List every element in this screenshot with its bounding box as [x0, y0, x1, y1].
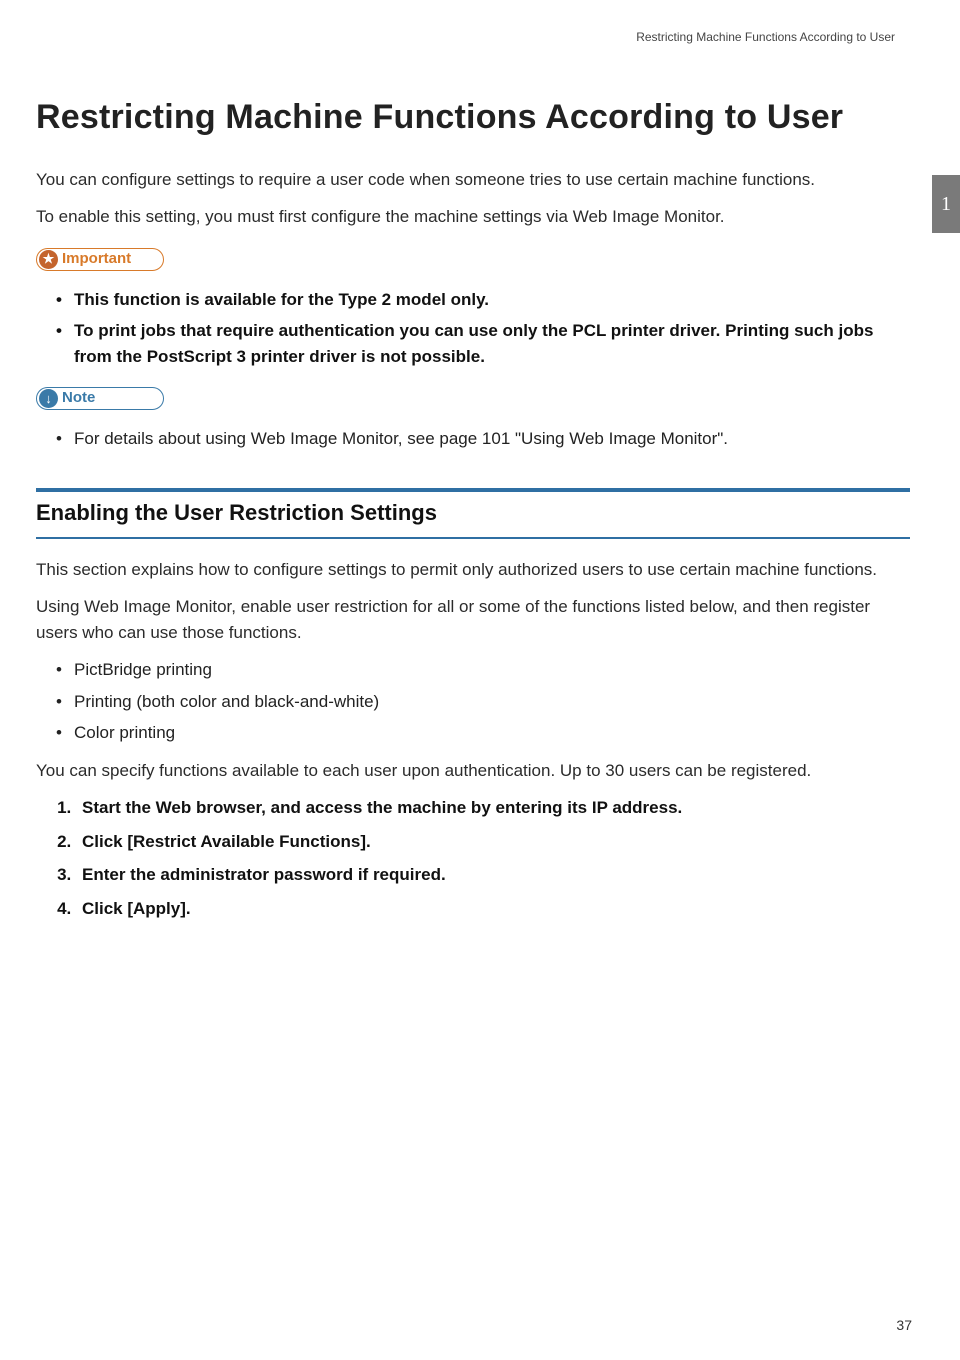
- step-item: Start the Web browser, and access the ma…: [76, 795, 910, 821]
- list-item: Printing (both color and black-and-white…: [56, 689, 910, 715]
- step-item: Click [Apply].: [76, 896, 910, 922]
- list-item: For details about using Web Image Monito…: [56, 426, 910, 452]
- important-callout: ★ Important: [36, 248, 164, 271]
- list-item: This function is available for the Type …: [56, 287, 910, 313]
- section-paragraph-2: Using Web Image Monitor, enable user res…: [36, 594, 910, 645]
- intro-paragraph-1: You can configure settings to require a …: [36, 167, 910, 193]
- important-list: This function is available for the Type …: [36, 287, 910, 370]
- note-label: Note: [62, 387, 95, 410]
- note-list: For details about using Web Image Monito…: [36, 426, 910, 452]
- section-paragraph-1: This section explains how to configure s…: [36, 557, 910, 583]
- section-rule-bottom: [36, 537, 910, 539]
- important-label: Important: [62, 248, 131, 271]
- list-item: To print jobs that require authenticatio…: [56, 318, 910, 369]
- step-item: Click [Restrict Available Functions].: [76, 829, 910, 855]
- note-callout: ↓ Note: [36, 387, 164, 410]
- section-rule-top: [36, 488, 910, 492]
- list-item: Color printing: [56, 720, 910, 746]
- section-paragraph-3: You can specify functions available to e…: [36, 758, 910, 784]
- page-number: 37: [896, 1315, 912, 1336]
- intro-paragraph-2: To enable this setting, you must first c…: [36, 204, 910, 230]
- chapter-tab: 1: [932, 175, 960, 233]
- list-item: PictBridge printing: [56, 657, 910, 683]
- down-arrow-icon: ↓: [39, 389, 58, 408]
- star-icon: ★: [39, 250, 58, 269]
- section-heading: Enabling the User Restriction Settings: [36, 496, 910, 529]
- step-item: Enter the administrator password if requ…: [76, 862, 910, 888]
- steps-list: Start the Web browser, and access the ma…: [36, 795, 910, 921]
- function-list: PictBridge printing Printing (both color…: [36, 657, 910, 746]
- running-header: Restricting Machine Functions According …: [36, 28, 910, 46]
- page-title: Restricting Machine Functions According …: [36, 96, 910, 139]
